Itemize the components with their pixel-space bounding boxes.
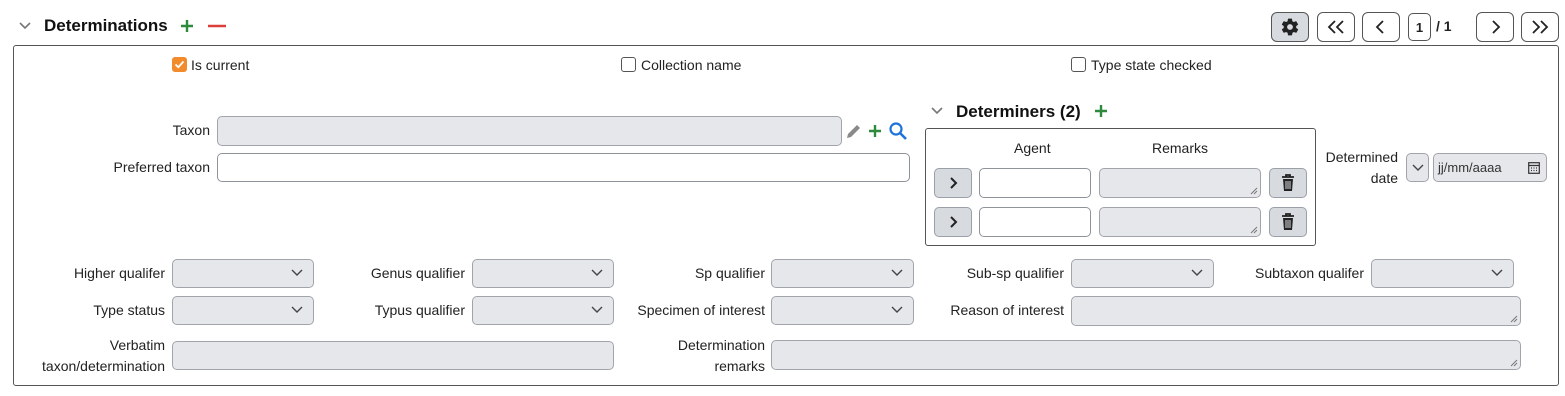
collection-name-checkbox[interactable] (621, 57, 636, 72)
collapse-chevron-icon[interactable] (18, 21, 32, 31)
page-number-input[interactable]: 1 (1408, 13, 1431, 41)
date-placeholder: jj/mm/aaaa (1438, 160, 1502, 175)
calendar-icon[interactable] (1528, 161, 1540, 174)
page-total: / 1 (1436, 18, 1452, 34)
specimen-of-interest-label: Specimen of interest (637, 302, 765, 318)
determined-date-label-line1: Determined (1325, 149, 1398, 165)
resize-handle-icon[interactable] (1510, 359, 1518, 367)
subsp-qualifier-select[interactable] (1071, 259, 1214, 288)
page-current: 1 (1415, 19, 1424, 35)
subsp-qualifier-label: Sub-sp qualifier (966, 265, 1064, 281)
determiner-remarks-input[interactable] (1099, 207, 1261, 237)
typus-qualifier-select[interactable] (472, 296, 614, 325)
chevron-right-icon (950, 177, 958, 189)
chevron-down-icon (891, 269, 903, 276)
double-chevron-right-icon (1532, 20, 1549, 34)
resize-handle-icon[interactable] (1250, 226, 1258, 234)
is-current-label: Is current (191, 57, 250, 73)
add-taxon-icon[interactable] (868, 124, 882, 138)
preferred-taxon-label: Preferred taxon (113, 159, 211, 175)
chevron-down-icon (591, 306, 603, 313)
type-state-checked-label: Type state checked (1091, 57, 1212, 73)
type-state-checked-checkbox[interactable] (1071, 57, 1086, 72)
agent-input[interactable] (979, 207, 1091, 237)
determination-remarks-input[interactable] (771, 340, 1521, 370)
sp-qualifier-label: Sp qualifier (694, 265, 765, 281)
type-status-select[interactable] (172, 296, 314, 325)
resize-handle-icon[interactable] (1250, 187, 1258, 195)
determined-date-label-line2: date (1370, 170, 1398, 186)
chevron-down-icon (891, 306, 903, 313)
chevron-down-icon (291, 306, 303, 313)
verbatim-taxon-input[interactable] (172, 341, 614, 370)
determination-remarks-label-line1: Determination (677, 337, 765, 353)
remove-determination-icon[interactable] (207, 19, 227, 33)
search-icon[interactable] (888, 121, 908, 141)
date-precision-select[interactable] (1406, 153, 1429, 182)
chevron-right-icon (950, 216, 958, 228)
last-record-button[interactable] (1521, 12, 1559, 42)
remarks-column-header: Remarks (1152, 140, 1209, 156)
preferred-taxon-input[interactable] (217, 153, 910, 182)
first-record-button[interactable] (1317, 12, 1355, 42)
chevron-left-icon (1375, 20, 1384, 34)
determined-date-input[interactable]: jj/mm/aaaa (1433, 153, 1547, 182)
chevron-right-icon (1492, 20, 1501, 34)
type-status-label: Type status (93, 302, 165, 318)
subtaxon-qualifier-select[interactable] (1371, 259, 1514, 288)
double-chevron-left-icon (1327, 20, 1344, 34)
chevron-down-icon (591, 269, 603, 276)
reason-of-interest-label: Reason of interest (950, 302, 1064, 318)
expand-determiner-button[interactable] (934, 207, 972, 237)
expand-determiner-button[interactable] (934, 168, 972, 198)
determiner-remarks-input[interactable] (1099, 168, 1261, 198)
trash-icon (1282, 213, 1294, 230)
higher-qualifier-select[interactable] (172, 259, 314, 288)
delete-determiner-button[interactable] (1269, 168, 1307, 198)
delete-determiner-button[interactable] (1269, 207, 1307, 237)
collection-name-label: Collection name (641, 57, 742, 73)
determination-remarks-label-line2: remarks (714, 358, 765, 374)
higher-qualifier-label: Higher qualifer (73, 265, 165, 281)
subtaxon-qualifier-label: Subtaxon qualifer (1255, 265, 1364, 281)
previous-record-button[interactable] (1362, 12, 1400, 42)
edit-pencil-icon[interactable] (845, 122, 863, 140)
trash-icon (1282, 174, 1294, 191)
determiners-title: Determiners (2) (956, 102, 1081, 121)
chevron-down-icon (291, 269, 303, 276)
verbatim-label-line2: taxon/determination (42, 358, 165, 374)
genus-qualifier-label: Genus qualifier (370, 265, 465, 281)
determination-panel (13, 45, 1559, 386)
typus-qualifier-label: Typus qualifier (374, 302, 465, 318)
gear-icon (1281, 18, 1299, 36)
resize-handle-icon[interactable] (1510, 315, 1518, 323)
next-record-button[interactable] (1476, 12, 1514, 42)
chevron-down-icon (1412, 164, 1424, 171)
checkmark-icon (174, 60, 185, 69)
section-title: Determinations (44, 16, 168, 35)
sp-qualifier-select[interactable] (771, 259, 914, 288)
specimen-of-interest-select[interactable] (771, 296, 914, 325)
determiners-collapse-chevron-icon[interactable] (930, 106, 944, 116)
agent-column-header: Agent (1014, 140, 1051, 156)
verbatim-label-line1: Verbatim (109, 337, 165, 353)
settings-button[interactable] (1271, 12, 1309, 42)
genus-qualifier-select[interactable] (472, 259, 614, 288)
add-determiner-icon[interactable] (1094, 104, 1108, 118)
chevron-down-icon (1491, 269, 1503, 276)
taxon-label: Taxon (172, 122, 210, 138)
agent-input[interactable] (979, 168, 1091, 198)
chevron-down-icon (1191, 269, 1203, 276)
add-determination-icon[interactable] (180, 19, 194, 33)
is-current-checkbox[interactable] (172, 57, 187, 72)
taxon-input[interactable] (217, 116, 842, 146)
reason-of-interest-input[interactable] (1071, 296, 1521, 326)
